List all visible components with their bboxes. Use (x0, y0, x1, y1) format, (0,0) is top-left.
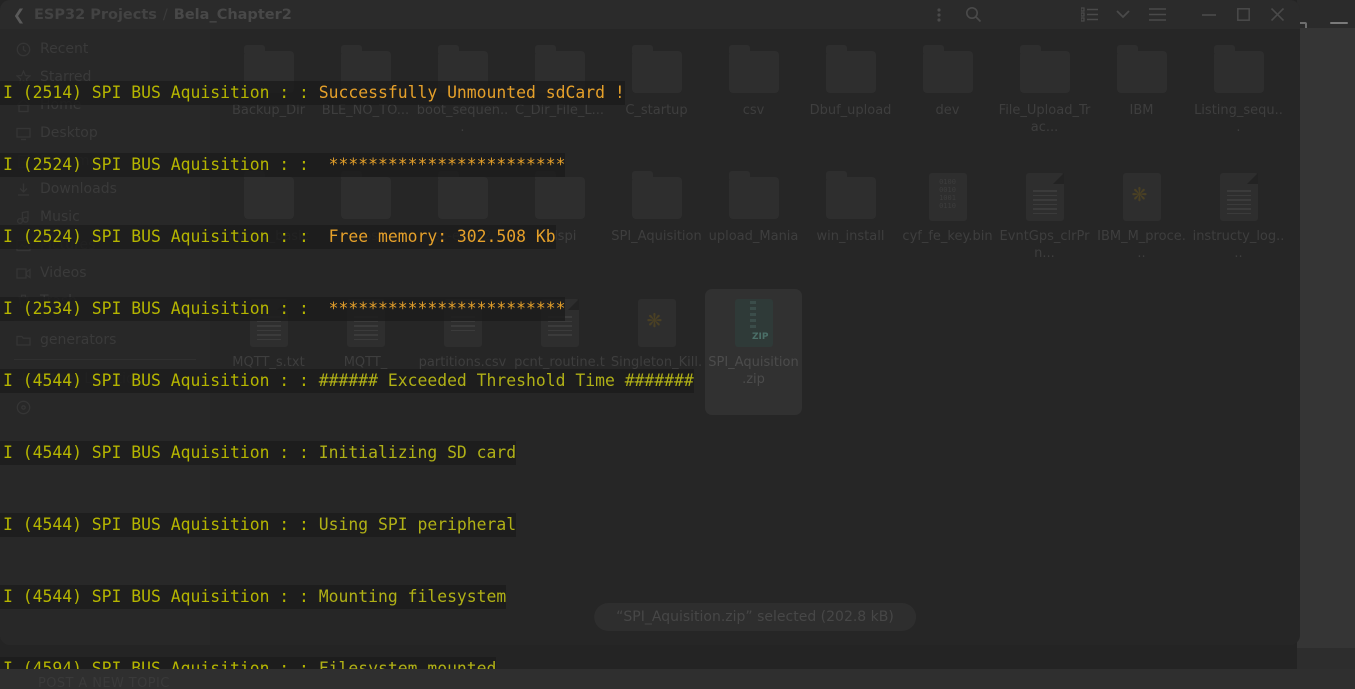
log-prefix: I (4544) SPI BUS Aquisition : : (3, 515, 319, 534)
log-message: Mounting filesystem (318, 587, 507, 606)
post-new-topic-label[interactable]: POST A NEW TOPIC (38, 676, 170, 689)
log-message: ###### Exceeded Threshold Time ####### (318, 371, 694, 390)
log-message: Using SPI peripheral (318, 515, 517, 534)
log-prefix: I (4544) SPI BUS Aquisition : : (3, 371, 319, 390)
terminal-line: I (4544) SPI BUS Aquisition : : Initiali… (0, 441, 517, 465)
log-message: ************************ (318, 299, 566, 318)
log-message: Successfully Unmounted sdCard ! (318, 83, 625, 102)
log-message: ************************ (318, 155, 566, 174)
log-prefix: I (2514) SPI BUS Aquisition : : (3, 83, 319, 102)
terminal-line: I (4544) SPI BUS Aquisition : : Mounting… (0, 585, 507, 609)
terminal-line: I (2534) SPI BUS Aquisition : : ********… (0, 297, 566, 321)
terminal-line: I (2524) SPI BUS Aquisition : : ********… (0, 153, 566, 177)
log-prefix: I (2524) SPI BUS Aquisition : : (3, 155, 319, 174)
log-prefix: I (2534) SPI BUS Aquisition : : (3, 299, 319, 318)
log-message: Free memory: 302.508 Kb (318, 227, 556, 246)
serial-monitor-output[interactable]: I (2514) SPI BUS Aquisition : : Successf… (0, 0, 1355, 689)
terminal-line: I (4544) SPI BUS Aquisition : : Using SP… (0, 513, 517, 537)
terminal-line: I (4544) SPI BUS Aquisition : : ###### E… (0, 369, 694, 393)
log-message: Initializing SD card (318, 443, 517, 462)
log-prefix: I (4544) SPI BUS Aquisition : : (3, 587, 319, 606)
log-prefix: I (4544) SPI BUS Aquisition : : (3, 443, 319, 462)
taskbar-strip (0, 669, 1355, 689)
screen-root: ❮ ESP32 Projects / Bela_Chapter2 Recent … (0, 0, 1355, 689)
terminal-line: I (2524) SPI BUS Aquisition : : Free mem… (0, 225, 556, 249)
log-prefix: I (2524) SPI BUS Aquisition : : (3, 227, 319, 246)
terminal-line: I (2514) SPI BUS Aquisition : : Successf… (0, 81, 625, 105)
